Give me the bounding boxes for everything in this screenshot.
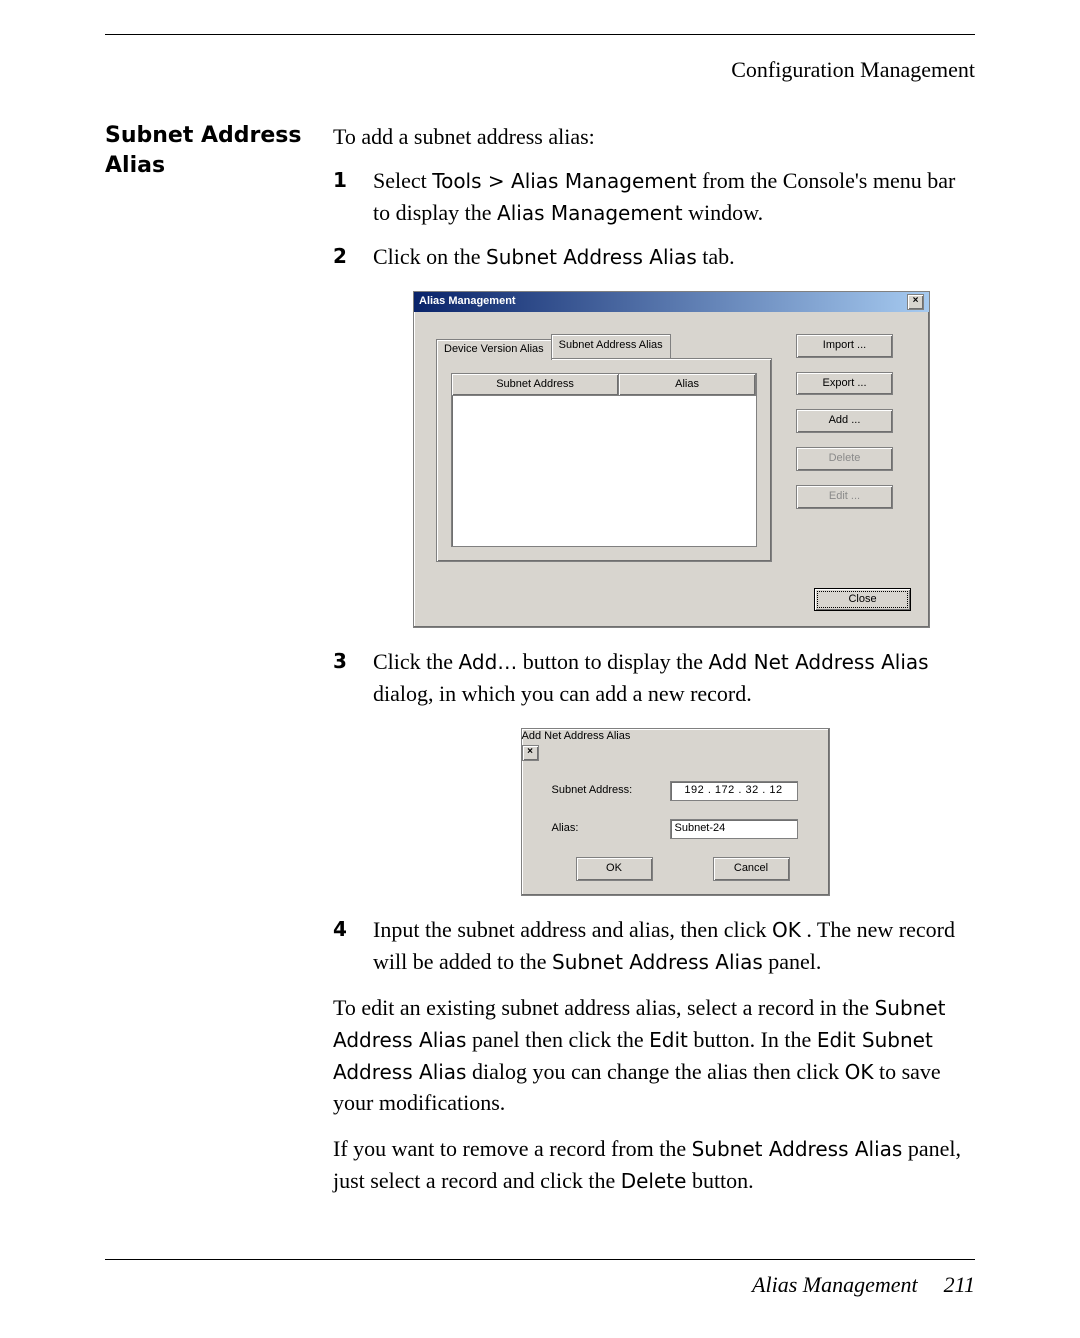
window-title: Alias Management	[419, 294, 516, 310]
button-name-ok: OK	[845, 1060, 874, 1084]
step2-t1: Click on the	[373, 244, 486, 269]
step-4: Input the subnet address and alias, then…	[333, 914, 975, 978]
button-name-ok: OK	[772, 918, 801, 942]
step2-t2: tab.	[702, 244, 734, 269]
footer: Alias Management 211	[105, 1272, 975, 1298]
window-name-alias-mgmt: Alias Management	[497, 201, 683, 225]
step-1: Select Tools > Alias Management from the…	[333, 165, 975, 229]
step3-t2: button to display the	[523, 649, 709, 674]
edit-paragraph: To edit an existing subnet address alias…	[333, 992, 975, 1120]
alias-input[interactable]: Subnet-24	[670, 819, 798, 839]
alias-table[interactable]: Subnet Address Alias	[451, 373, 757, 547]
delete-button: Delete	[796, 447, 893, 471]
rule-top	[105, 34, 975, 35]
button-name-add: Add…	[459, 650, 518, 674]
tab-pane: Subnet Address Alias	[436, 358, 772, 562]
menu-path-tools-alias: Tools > Alias Management	[432, 169, 696, 193]
step-3: Click the Add… button to display the Add…	[333, 646, 975, 896]
close-icon[interactable]: ×	[522, 745, 539, 761]
titlebar: Alias Management ×	[414, 292, 929, 312]
step3-t3: dialog, in which you can add a new recor…	[373, 681, 752, 706]
dialog-name-add-net: Add Net Address Alias	[709, 650, 929, 674]
button-name-delete: Delete	[621, 1169, 687, 1193]
close-button[interactable]: Close	[814, 588, 911, 612]
header-section: Configuration Management	[105, 57, 975, 83]
step4-t1: Input the subnet address and alias, then…	[373, 917, 772, 942]
intro-text: To add a subnet address alias:	[333, 121, 975, 153]
edit-button: Edit ...	[796, 485, 893, 509]
tabstrip: Device Version Alias Subnet Address Alia…	[436, 334, 772, 358]
step4-t3: panel.	[768, 949, 821, 974]
subnet-address-input[interactable]: 192 . 172 . 32 . 12	[670, 781, 798, 801]
step-2: Click on the Subnet Address Alias tab. A…	[333, 241, 975, 629]
close-icon[interactable]: ×	[907, 294, 924, 310]
step1-t1: Select	[373, 168, 432, 193]
label-subnet-address: Subnet Address:	[552, 783, 670, 799]
add-button[interactable]: Add ...	[796, 409, 893, 433]
tab-name-subnet-alias: Subnet Address Alias	[486, 245, 697, 269]
alias-management-window: Alias Management × Device Version Alias …	[413, 291, 930, 629]
cancel-button[interactable]: Cancel	[713, 857, 790, 881]
side-heading: Subnet Address Alias	[105, 121, 333, 180]
tab-subnet-address-alias[interactable]: Subnet Address Alias	[551, 334, 671, 358]
step3-t1: Click the	[373, 649, 459, 674]
panel-name-subnet-alias: Subnet Address Alias	[552, 950, 763, 974]
dialog-titlebar: Add Net Address Alias ×	[522, 729, 829, 761]
tab-device-version-alias[interactable]: Device Version Alias	[436, 339, 552, 360]
footer-title: Alias Management	[752, 1272, 918, 1298]
step1-t3: window.	[688, 200, 763, 225]
import-button[interactable]: Import ...	[796, 334, 893, 358]
page-number: 211	[944, 1272, 975, 1298]
add-net-address-alias-dialog: Add Net Address Alias × Subnet Address: …	[521, 728, 830, 896]
rule-bottom	[105, 1259, 975, 1260]
col-alias[interactable]: Alias	[619, 374, 756, 397]
col-subnet-address[interactable]: Subnet Address	[452, 374, 619, 397]
label-alias: Alias:	[552, 821, 670, 837]
button-name-edit: Edit	[649, 1028, 688, 1052]
delete-paragraph: If you want to remove a record from the …	[333, 1133, 975, 1197]
panel-name-subnet-alias: Subnet Address Alias	[692, 1137, 903, 1161]
export-button[interactable]: Export ...	[796, 372, 893, 396]
ok-button[interactable]: OK	[576, 857, 653, 881]
dialog-title: Add Net Address Alias	[522, 730, 631, 742]
